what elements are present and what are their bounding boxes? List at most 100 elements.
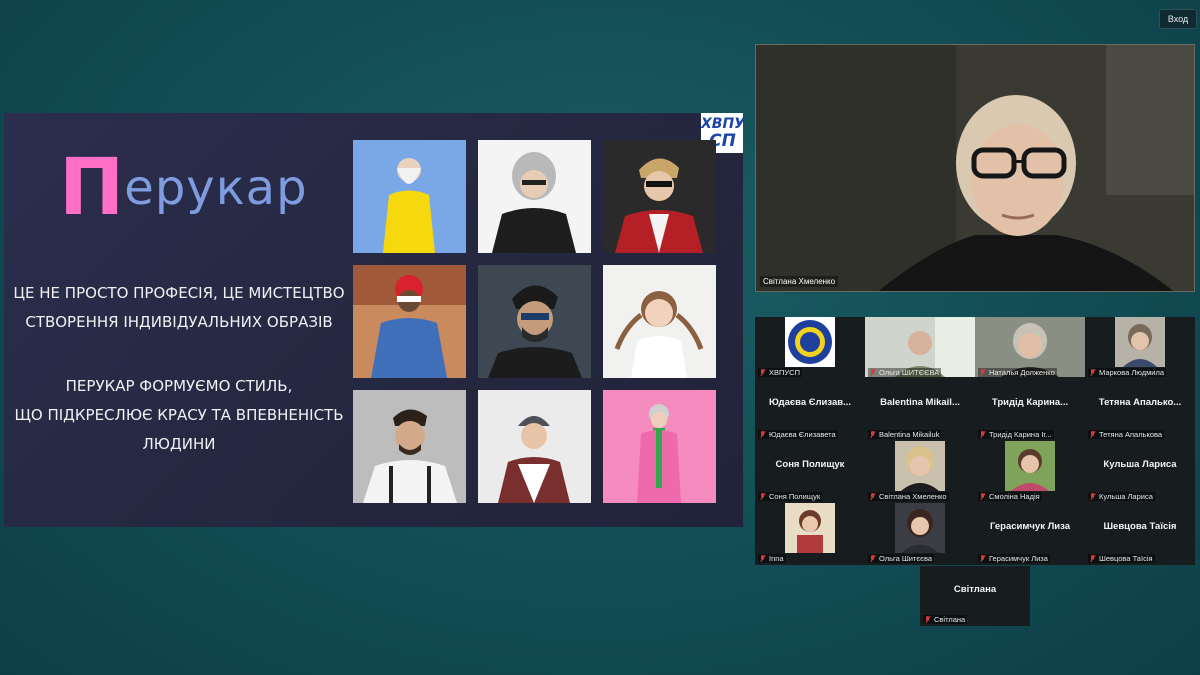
participant-name: Inna: [769, 554, 784, 563]
participant-name: Тетяна Апалькова: [1099, 430, 1163, 439]
participant-display-name: Тридід Карина...: [991, 397, 1069, 408]
participant-video-thumbnail: [785, 503, 835, 553]
participant-label: Світлана Хмеленко: [868, 492, 949, 501]
muted-mic-icon: [1090, 369, 1096, 376]
slide-title: Перукар: [59, 148, 308, 228]
participant-label: Герасимчук Лиза: [978, 554, 1050, 563]
participant-label: Ольга Шитєєва: [868, 554, 935, 563]
participant-name: Наталья Долженко: [989, 368, 1055, 377]
participant-tile[interactable]: Герасимчук Лиза Герасимчук Лиза: [975, 503, 1085, 565]
participant-name: Світлана: [934, 615, 966, 624]
photo-pink-suit-grandma: [603, 390, 716, 503]
login-button[interactable]: Вход: [1159, 9, 1197, 29]
participant-video-thumbnail: [895, 503, 945, 553]
participant-gallery: ХВПУСП Ольга ШИТЄЄВА Наталья Долженко Ма…: [755, 317, 1195, 565]
school-emblem-icon: [785, 317, 835, 367]
muted-mic-icon: [980, 555, 986, 562]
participant-name: Маркова Людмила: [1099, 368, 1165, 377]
participant-label: Кульша Лариса: [1088, 492, 1155, 501]
participant-tile[interactable]: Наталья Долженко: [975, 317, 1085, 379]
participant-display-name: Шевцова Таїсія: [1103, 521, 1177, 532]
participant-tile[interactable]: Ольга Шитєєва: [865, 503, 975, 565]
participant-tile[interactable]: ХВПУСП: [755, 317, 865, 379]
participant-tile[interactable]: Смоліна Надія: [975, 441, 1085, 503]
participant-tile[interactable]: Balentina Mikail... Balentina Mikailuk: [865, 379, 975, 441]
slide-title-rest: ерукар: [124, 160, 308, 216]
participant-name: Юдаєва Єлизавета: [769, 430, 836, 439]
participant-label: Balentina Mikailuk: [868, 430, 942, 439]
participant-tile[interactable]: Тридід Карина... Тридід Карина Ir...: [975, 379, 1085, 441]
muted-mic-icon: [980, 493, 986, 500]
muted-mic-icon: [870, 493, 876, 500]
muted-mic-icon: [980, 369, 986, 376]
participant-tile[interactable]: Тетяна Апалько... Тетяна Апалькова: [1085, 379, 1195, 441]
participant-label: Світлана: [923, 615, 968, 624]
muted-mic-icon: [870, 555, 876, 562]
participant-video-thumbnail: [895, 441, 945, 491]
photo-silver-hair-woman: [478, 140, 591, 253]
participant-tile[interactable]: Світлана Світлана: [920, 566, 1030, 626]
participant-name: Ольга Шитєєва: [879, 554, 933, 563]
slide-text-line: ЩО ПІДКРЕСЛЮЄ КРАСУ ТА ВПЕВНЕНІСТЬ: [14, 406, 344, 424]
muted-mic-icon: [925, 616, 931, 623]
participant-name: Соня Полищук: [769, 492, 821, 501]
slide-text-line: ПЕРУКАР ФОРМУЄМО СТИЛЬ,: [65, 377, 293, 395]
participant-label: Шевцова Таїсія: [1088, 554, 1155, 563]
participant-video-thumbnail: [1115, 317, 1165, 367]
participant-display-name: Юдаєва Єлизав...: [768, 397, 852, 408]
participant-tile[interactable]: Шевцова Таїсія Шевцова Таїсія: [1085, 503, 1195, 565]
participant-label: Ольга ШИТЄЄВА: [868, 368, 942, 377]
photo-yellow-suit-man: [353, 140, 466, 253]
participant-tile[interactable]: Соня Полищук Соня Полищук: [755, 441, 865, 503]
participant-video-thumbnail: [1005, 441, 1055, 491]
photo-girl-braids: [603, 265, 716, 378]
participant-tile[interactable]: Світлана Хмеленко: [865, 441, 975, 503]
participant-tile[interactable]: Inna: [755, 503, 865, 565]
participant-display-name: Герасимчук Лиза: [989, 521, 1070, 532]
participant-label: Соня Полищук: [758, 492, 823, 501]
participant-label: Смоліна Надія: [978, 492, 1042, 501]
participant-label: Тетяна Апалькова: [1088, 430, 1165, 439]
photo-man-sunglasses-red: [603, 140, 716, 253]
muted-mic-icon: [760, 369, 766, 376]
photo-woman-red-hat: [353, 265, 466, 378]
participant-name: Balentina Mikailuk: [879, 430, 940, 439]
participant-label: Юдаєва Єлизавета: [758, 430, 838, 439]
participant-name: Шевцова Таїсія: [1099, 554, 1153, 563]
muted-mic-icon: [870, 369, 876, 376]
shared-slide: Перукар ЦЕ НЕ ПРОСТО ПРОФЕСІЯ, ЦЕ МИСТЕЦ…: [4, 113, 743, 527]
participant-tile[interactable]: Маркова Людмила: [1085, 317, 1195, 379]
participant-name: ХВПУСП: [769, 368, 800, 377]
participant-display-name: Balentina Mikail...: [880, 397, 960, 408]
muted-mic-icon: [1090, 431, 1096, 438]
participant-tile[interactable]: Юдаєва Єлизав... Юдаєва Єлизавета: [755, 379, 865, 441]
logo-text-top: ХВПУ: [701, 116, 743, 132]
participant-label: Inna: [758, 554, 786, 563]
slide-text-line: СТВОРЕННЯ ІНДИВІДУАЛЬНИХ ОБРАЗІВ: [25, 313, 333, 331]
slide-paragraph-2: ПЕРУКАР ФОРМУЄМО СТИЛЬ, ЩО ПІДКРЕСЛЮЄ КР…: [4, 372, 354, 459]
participant-name: Ольга ШИТЄЄВА: [879, 368, 940, 377]
muted-mic-icon: [760, 493, 766, 500]
participant-tile[interactable]: Кульша Лариса Кульша Лариса: [1085, 441, 1195, 503]
participant-tile[interactable]: Ольга ШИТЄЄВА: [865, 317, 975, 379]
slide-text-line: ЦЕ НЕ ПРОСТО ПРОФЕСІЯ, ЦЕ МИСТЕЦТВО: [13, 284, 345, 302]
participant-display-name: Кульша Лариса: [1103, 459, 1177, 470]
participant-label: Тридід Карина Ir...: [978, 430, 1054, 439]
participant-name: Герасимчук Лиза: [989, 554, 1048, 563]
muted-mic-icon: [1090, 493, 1096, 500]
photo-man-beard-sunglasses: [478, 265, 591, 378]
slide-text-line: ЛЮДИНИ: [142, 435, 216, 453]
muted-mic-icon: [870, 431, 876, 438]
participant-display-name: Світлана: [953, 584, 997, 595]
muted-mic-icon: [760, 555, 766, 562]
muted-mic-icon: [1090, 555, 1096, 562]
slide-title-initial: П: [59, 143, 125, 233]
speaker-video[interactable]: Світлана Хмеленко: [755, 44, 1195, 292]
slide-paragraph-1: ЦЕ НЕ ПРОСТО ПРОФЕСІЯ, ЦЕ МИСТЕЦТВО СТВО…: [4, 279, 354, 337]
participant-label: Маркова Людмила: [1088, 368, 1167, 377]
participant-display-name: Соня Полищук: [775, 459, 845, 470]
speaker-video-frame: [756, 45, 1194, 291]
speaker-name-label: Світлана Хмеленко: [760, 276, 839, 287]
participant-label: Наталья Долженко: [978, 368, 1057, 377]
participant-display-name: Тетяна Апалько...: [1098, 397, 1182, 408]
